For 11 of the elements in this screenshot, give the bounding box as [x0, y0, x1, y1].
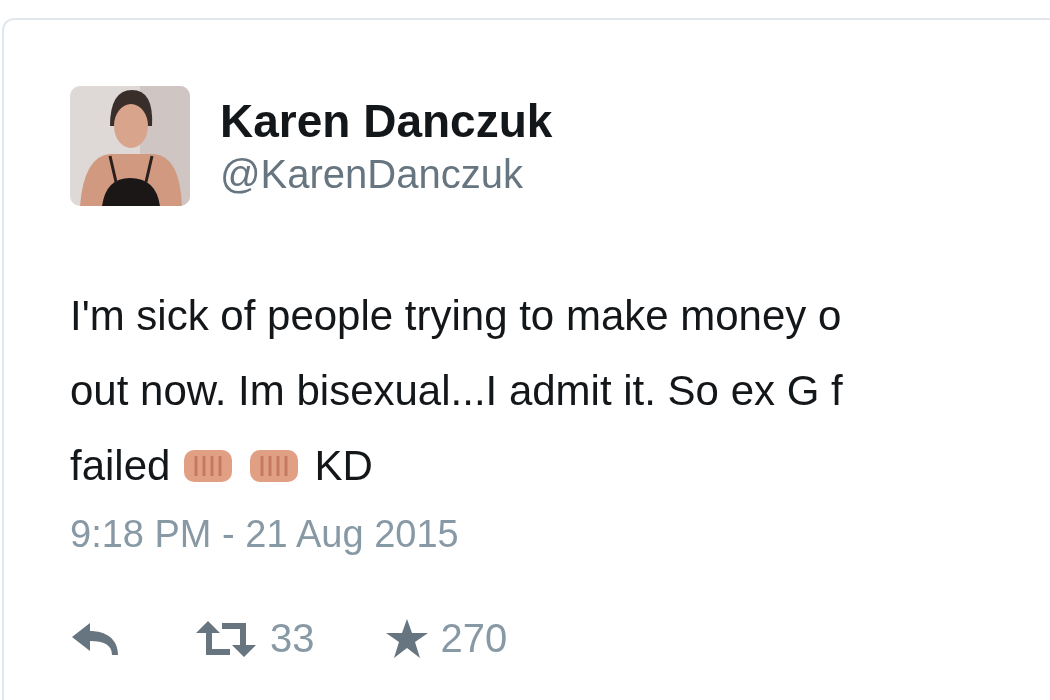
- tweet-text: KD: [314, 444, 373, 487]
- retweet-icon[interactable]: [194, 618, 258, 659]
- author-name[interactable]: Karen Danczuk: [220, 95, 553, 147]
- star-icon[interactable]: [384, 617, 429, 660]
- favorite-count: 270: [440, 616, 508, 661]
- tweet-text: out now. Im bisexual...I admit it. So ex G f: [70, 369, 843, 412]
- tweet-text: I'm sick of people trying to make money o: [70, 294, 842, 337]
- author-handle[interactable]: @KarenDanczuk: [220, 152, 553, 197]
- timestamp[interactable]: 9:18 PM - 21 Aug 2015: [70, 513, 1050, 556]
- retweet-count: 33: [270, 616, 315, 661]
- tweet-text: failed: [70, 444, 171, 487]
